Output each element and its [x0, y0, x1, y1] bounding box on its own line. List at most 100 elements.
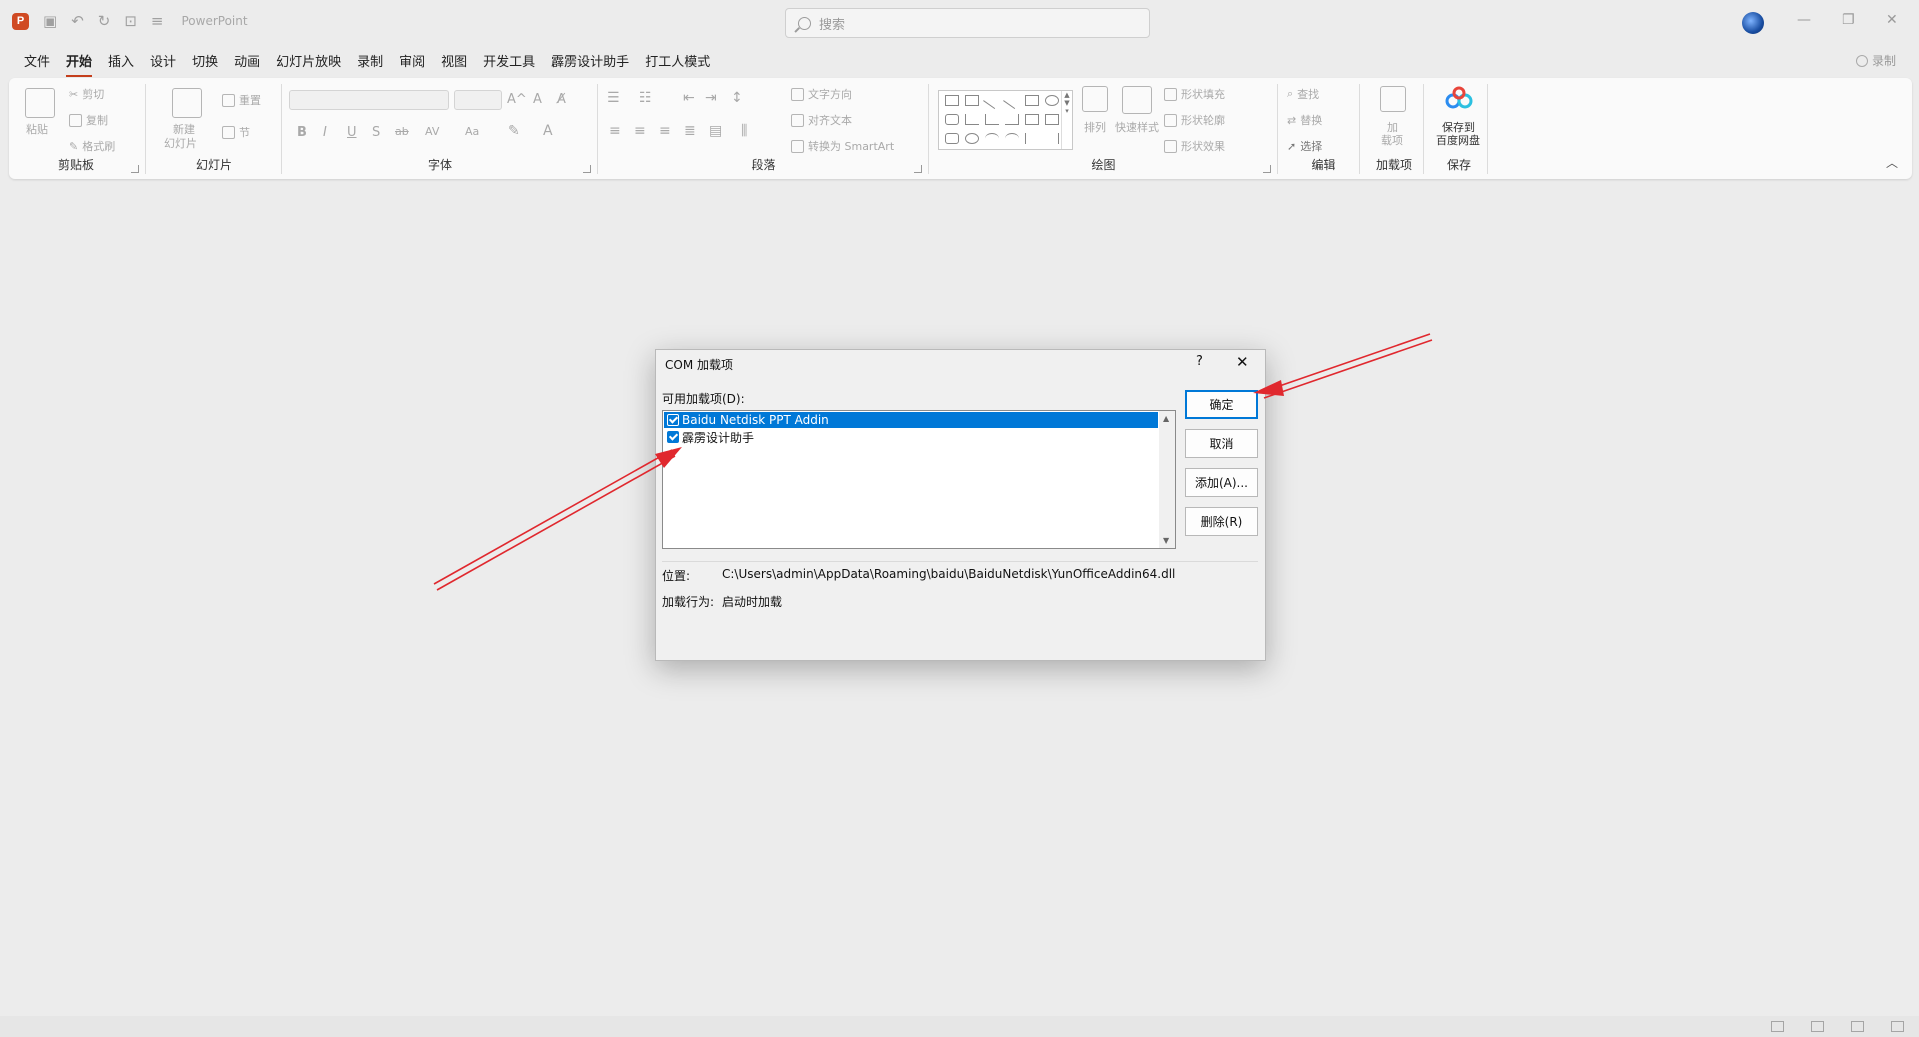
search-box[interactable]: 搜索 [785, 8, 1150, 38]
shape-outline-button[interactable]: 形状轮廓 [1164, 112, 1225, 128]
align-right-icon[interactable]: ≡ [659, 123, 671, 139]
minimize-icon[interactable]: — [1797, 12, 1811, 28]
scroll-down-icon[interactable]: ▼ [1163, 536, 1169, 545]
underline-button[interactable]: U [347, 125, 357, 140]
reading-view-icon[interactable] [1851, 1021, 1864, 1032]
slide-sorter-icon[interactable] [1811, 1021, 1824, 1032]
save-icon[interactable]: ▣ [43, 12, 57, 30]
present-icon[interactable]: ⊡ [124, 12, 137, 30]
cut-button[interactable]: ✂ 剪切 [69, 86, 104, 102]
tab-view[interactable]: 视图 [433, 52, 475, 74]
font-name-combo[interactable] [289, 90, 449, 110]
add-button[interactable]: 添加(A)... [1185, 468, 1258, 497]
strikethrough-button[interactable]: ab [395, 125, 409, 138]
italic-button[interactable]: I [323, 125, 327, 140]
dialog-launcher-icon[interactable] [1263, 165, 1271, 173]
separator [1277, 84, 1278, 174]
scroll-up-icon[interactable]: ▲ [1163, 414, 1169, 423]
align-left-icon[interactable]: ≡ [609, 123, 621, 139]
highlight-icon[interactable]: ✎ [508, 123, 520, 139]
dialog-launcher-icon[interactable] [914, 165, 922, 173]
increase-indent-icon[interactable]: ⇥ [705, 90, 717, 106]
select-button[interactable]: ➚ 选择 [1287, 138, 1322, 154]
tab-worker-mode[interactable]: 打工人模式 [637, 52, 718, 74]
cancel-button[interactable]: 取消 [1185, 429, 1258, 458]
text-direction-button[interactable]: 文字方向 [791, 86, 852, 102]
grow-font-button[interactable]: A^ [507, 92, 527, 107]
tab-record[interactable]: 录制 [349, 52, 391, 74]
smartart-button[interactable]: 转换为 SmartArt [791, 138, 894, 154]
clear-format-icon[interactable]: A̸ [557, 92, 566, 107]
columns-icon[interactable]: ⫼ [741, 123, 747, 139]
close-icon[interactable]: ✕ [1236, 353, 1249, 371]
replace-button[interactable]: ⇄ 替换 [1287, 112, 1322, 128]
dialog-launcher-icon[interactable] [131, 165, 139, 173]
tab-home[interactable]: 开始 [58, 52, 100, 77]
shrink-font-button[interactable]: A [533, 92, 542, 107]
list-scrollbar[interactable]: ▲ ▼ [1159, 411, 1175, 548]
font-size-combo[interactable] [454, 90, 502, 110]
group-addins: 加 载项 加载项 [1361, 78, 1427, 179]
tab-design[interactable]: 设计 [142, 52, 184, 74]
redo-icon[interactable]: ↻ [98, 12, 111, 30]
find-button[interactable]: ⌕ 查找 [1287, 86, 1319, 102]
shadow-button[interactable]: S [372, 125, 380, 140]
format-painter-button[interactable]: ✎ 格式刷 [69, 138, 115, 154]
copy-button[interactable]: 复制 [69, 112, 108, 128]
tab-insert[interactable]: 插入 [100, 52, 142, 74]
change-case-button[interactable]: Aa [465, 125, 479, 138]
customize-icon[interactable]: ≡ [151, 12, 164, 30]
divider [662, 561, 1258, 562]
line-spacing-icon[interactable]: ↕ [731, 90, 743, 106]
align-center-icon[interactable]: ≡ [634, 123, 646, 139]
normal-view-icon[interactable] [1771, 1021, 1784, 1032]
font-color-icon[interactable]: A [543, 123, 553, 139]
tab-pili-design[interactable]: 霹雳设计助手 [543, 52, 637, 74]
avatar[interactable] [1742, 12, 1764, 34]
numbering-icon[interactable]: ☷ [639, 90, 652, 106]
tab-animations[interactable]: 动画 [226, 52, 268, 74]
copy-icon [69, 113, 82, 127]
reset-button[interactable]: 重置 [222, 92, 261, 108]
tab-slideshow[interactable]: 幻灯片放映 [268, 52, 349, 74]
shape-effects-button[interactable]: 形状效果 [1164, 138, 1225, 154]
quick-styles-icon [1122, 86, 1152, 114]
shapes-gallery[interactable]: ▲ ▼ ▾ [938, 90, 1073, 150]
paste-button[interactable]: 粘贴 [26, 121, 48, 137]
shapes-gallery-scroll[interactable]: ▲ ▼ ▾ [1061, 91, 1072, 149]
arrange-button[interactable]: 排列 [1084, 119, 1106, 135]
decrease-indent-icon[interactable]: ⇤ [683, 90, 695, 106]
list-item[interactable]: 霹雳设计助手 [664, 429, 754, 445]
restore-icon[interactable]: ❐ [1842, 12, 1855, 28]
ok-button[interactable]: 确定 [1185, 390, 1258, 419]
tab-developer[interactable]: 开发工具 [475, 52, 543, 74]
group-label: 编辑 [1311, 158, 1336, 172]
dialog-launcher-icon[interactable] [583, 165, 591, 173]
bullets-icon[interactable]: ☰ [607, 90, 620, 106]
checkbox-icon[interactable] [667, 431, 679, 443]
section-button[interactable]: 节 [222, 124, 250, 140]
quick-styles-button[interactable]: 快速样式 [1115, 119, 1159, 135]
group-label: 幻灯片 [195, 158, 232, 172]
tab-file[interactable]: 文件 [16, 52, 58, 74]
checkbox-icon[interactable] [667, 414, 679, 426]
remove-button[interactable]: 删除(R) [1185, 507, 1258, 536]
list-item[interactable]: Baidu Netdisk PPT Addin [664, 412, 1158, 428]
help-icon[interactable]: ? [1196, 354, 1203, 369]
char-spacing-button[interactable]: AV [425, 125, 439, 138]
bold-button[interactable]: B [297, 125, 307, 140]
close-icon[interactable]: ✕ [1886, 12, 1898, 28]
undo-icon[interactable]: ↶ [71, 12, 84, 30]
slideshow-icon[interactable] [1891, 1021, 1904, 1032]
record-button[interactable]: 录制 [1856, 52, 1896, 69]
shape-fill-button[interactable]: 形状填充 [1164, 86, 1225, 102]
distribute-icon[interactable]: ▤ [709, 123, 722, 139]
collapse-ribbon-icon[interactable]: ︿ [1886, 154, 1898, 171]
title-bar: P ▣ ↶ ↻ ⊡ ≡ PowerPoint 搜索 — ❐ ✕ [0, 0, 1919, 46]
tab-review[interactable]: 审阅 [391, 52, 433, 74]
justify-icon[interactable]: ≣ [684, 123, 696, 139]
addins-button-label: 载项 [1381, 134, 1403, 147]
addins-list[interactable]: Baidu Netdisk PPT Addin 霹雳设计助手 ▲ ▼ [662, 410, 1176, 549]
tab-transitions[interactable]: 切换 [184, 52, 226, 74]
align-text-button[interactable]: 对齐文本 [791, 112, 852, 128]
